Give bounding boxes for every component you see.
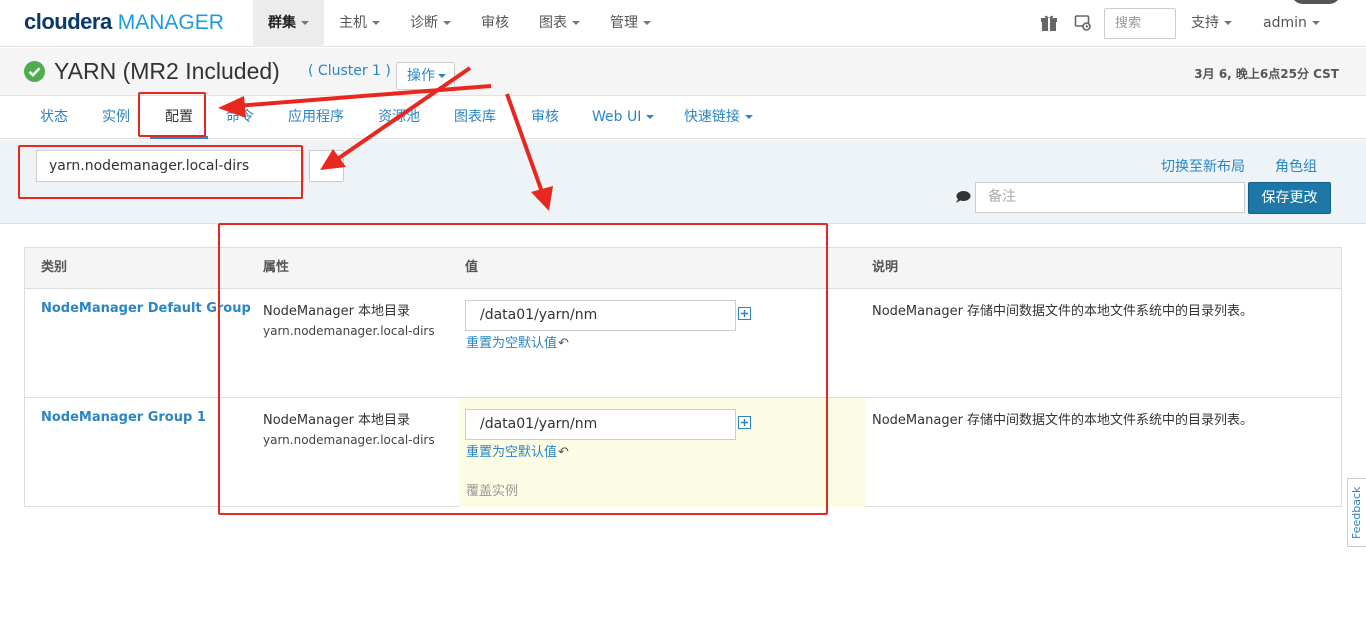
role-group-link[interactable]: NodeManager Group 1 bbox=[41, 410, 206, 425]
change-note-input[interactable]: 备注 bbox=[975, 182, 1245, 213]
tab-web-ui[interactable]: Web UI bbox=[592, 96, 655, 139]
logo-product: MANAGER bbox=[117, 11, 224, 34]
parcel-icon[interactable] bbox=[1074, 14, 1092, 32]
nav-administration[interactable]: 管理 bbox=[595, 0, 666, 47]
service-title: YARN (MR2 Included) bbox=[54, 58, 280, 84]
main-nav: 群集 主机 诊断 审核 图表 管理 bbox=[253, 0, 666, 47]
property-description: NodeManager 存储中间数据文件的本地文件系统中的目录列表。 bbox=[872, 413, 1254, 428]
nav-audits[interactable]: 审核 bbox=[466, 0, 524, 47]
header-description: 说明 bbox=[872, 260, 899, 275]
annotation-box-config-tab bbox=[138, 92, 206, 137]
chevron-down-icon bbox=[438, 74, 446, 78]
feedback-tab[interactable]: Feedback bbox=[1347, 478, 1366, 547]
nav-charts[interactable]: 图表 bbox=[524, 0, 595, 47]
annotation-box-values bbox=[218, 223, 828, 515]
tab-resource-pools[interactable]: 资源池 bbox=[378, 96, 420, 139]
actions-dropdown-button[interactable]: 操作 bbox=[396, 62, 455, 90]
chevron-down-icon bbox=[643, 21, 651, 25]
save-changes-button[interactable]: 保存更改 bbox=[1248, 182, 1331, 214]
chevron-down-icon bbox=[572, 21, 580, 25]
nav-diagnostics[interactable]: 诊断 bbox=[395, 0, 466, 47]
chevron-down-icon bbox=[301, 21, 309, 25]
service-header: YARN (MR2 Included) ( Cluster 1 ) 操作 3月 … bbox=[0, 48, 1366, 96]
chevron-down-icon bbox=[1311, 21, 1320, 25]
annotation-box-search bbox=[18, 145, 303, 199]
cloudera-manager-logo[interactable]: cloudera MANAGER bbox=[24, 9, 224, 36]
chevron-down-icon bbox=[443, 21, 451, 25]
chevron-down-icon bbox=[372, 21, 380, 25]
support-menu[interactable]: 支持 bbox=[1191, 0, 1232, 46]
chevron-down-icon bbox=[1224, 21, 1232, 25]
tab-chart-library[interactable]: 图表库 bbox=[454, 96, 496, 139]
tab-commands[interactable]: 命令 bbox=[226, 96, 254, 139]
clear-search-button[interactable] bbox=[309, 150, 344, 182]
nav-hosts[interactable]: 主机 bbox=[324, 0, 395, 47]
chevron-down-icon bbox=[745, 115, 753, 119]
good-health-icon bbox=[24, 61, 45, 82]
role-groups-link[interactable]: 角色组 bbox=[1275, 156, 1317, 176]
top-navbar: cloudera MANAGER 群集 主机 诊断 审核 图表 管理 搜索 支持 … bbox=[0, 0, 1366, 47]
chevron-down-icon bbox=[646, 115, 655, 119]
tab-quick-links[interactable]: 快速链接 bbox=[684, 96, 753, 139]
tab-instances[interactable]: 实例 bbox=[102, 96, 130, 139]
avatar bbox=[1291, 0, 1341, 4]
gift-icon[interactable] bbox=[1040, 14, 1058, 32]
comment-icon bbox=[956, 191, 971, 203]
header-category: 类别 bbox=[41, 260, 68, 275]
global-search-input[interactable]: 搜索 bbox=[1104, 8, 1176, 39]
tab-applications[interactable]: 应用程序 bbox=[288, 96, 344, 139]
tab-audits[interactable]: 审核 bbox=[531, 96, 559, 139]
cluster-link[interactable]: ( Cluster 1 ) bbox=[308, 63, 391, 79]
nav-clusters[interactable]: 群集 bbox=[253, 0, 324, 47]
tab-status[interactable]: 状态 bbox=[40, 96, 68, 139]
logo-brand: cloudera bbox=[24, 9, 112, 34]
user-menu[interactable]: admin bbox=[1263, 0, 1320, 46]
server-timestamp: 3月 6, 晚上6点25分 CST bbox=[1194, 67, 1339, 81]
property-description: NodeManager 存储中间数据文件的本地文件系统中的目录列表。 bbox=[872, 304, 1254, 319]
switch-layout-link[interactable]: 切换至新布局 bbox=[1161, 156, 1245, 176]
